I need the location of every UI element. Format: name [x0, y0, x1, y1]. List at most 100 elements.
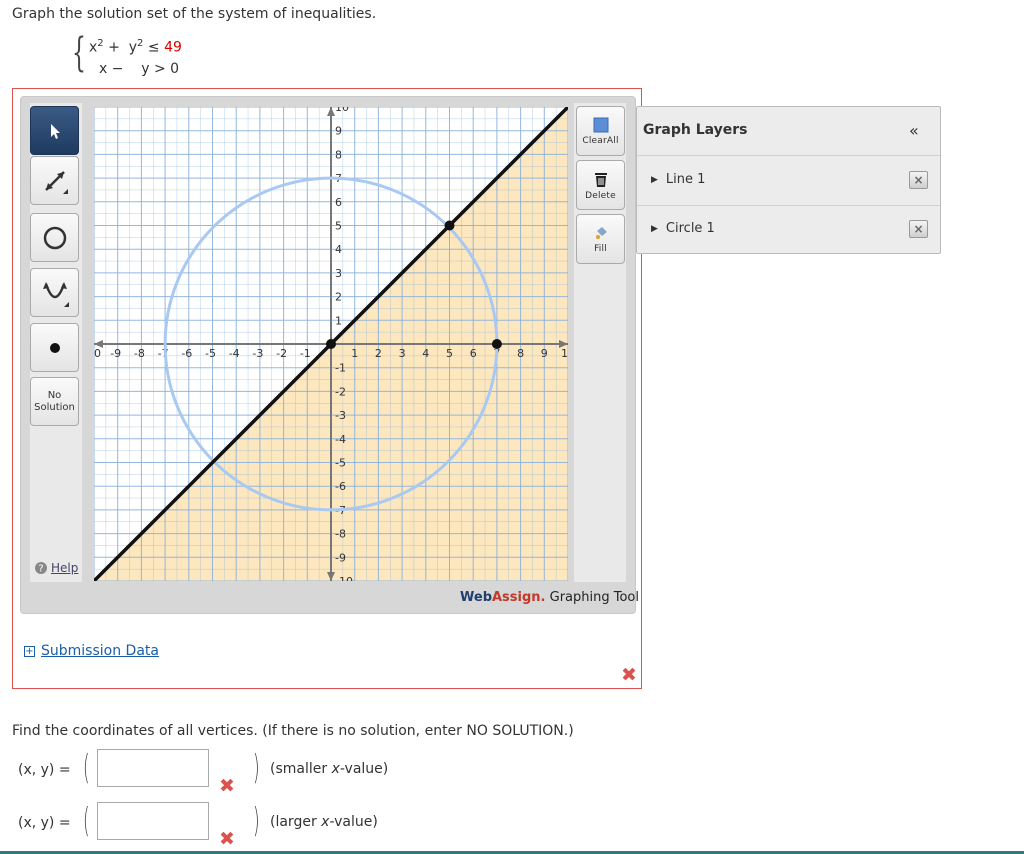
- incorrect-icon: ✖: [219, 775, 235, 797]
- y-tick-label: 5: [335, 220, 342, 233]
- y-tick-label: 6: [335, 196, 342, 209]
- y-tick-label: 4: [335, 243, 342, 256]
- x-tick-label: 8: [517, 347, 524, 360]
- inequality-1: x2 + y2 ≤ 49: [89, 38, 182, 56]
- close-icon: ×: [913, 173, 924, 187]
- webassign-brand: WebAssign. Graphing Tool: [460, 590, 639, 605]
- layer-label: Circle 1: [665, 221, 715, 236]
- ineq1-relation: ≤: [147, 39, 165, 56]
- incorrect-icon: ✖: [219, 828, 235, 850]
- x-tick-label: 1: [351, 347, 358, 360]
- x-tick-label: 4: [422, 347, 429, 360]
- line-tool-button[interactable]: [30, 156, 79, 205]
- layer-label: Line 1: [665, 172, 706, 187]
- answer-1-label: (x, y) =: [18, 762, 71, 778]
- circle-defining-point: [491, 339, 502, 349]
- no-solution-label: No Solution: [34, 389, 75, 413]
- close-icon: ×: [913, 222, 924, 236]
- select-tool-button[interactable]: [30, 106, 79, 155]
- incorrect-icon: ✖: [621, 664, 637, 686]
- x-tick-label: -1: [300, 347, 311, 360]
- parabola-tool-icon: [42, 281, 69, 307]
- graph-canvas[interactable]: -10-9-8-7-6-5-4-3-2-11234567891010987654…: [94, 107, 568, 581]
- line-tool-icon: [44, 170, 68, 194]
- no-solution-button[interactable]: No Solution: [30, 377, 79, 426]
- ineq1-exp-x: 2: [97, 38, 104, 49]
- answer-2-label: (x, y) =: [18, 815, 71, 831]
- help-label: Help: [51, 561, 79, 575]
- y-tick-label: -3: [335, 409, 346, 422]
- y-tick-label: 2: [335, 291, 342, 304]
- fill-button[interactable]: Fill: [576, 214, 625, 264]
- clear-all-icon: [593, 117, 608, 132]
- y-tick-label: 3: [335, 267, 342, 280]
- system-brace: {: [72, 30, 86, 76]
- remove-circle-1-button[interactable]: ×: [909, 220, 928, 238]
- delete-button[interactable]: Delete: [576, 160, 625, 210]
- y-tick-label: -10: [335, 575, 353, 581]
- open-paren: (: [83, 748, 90, 788]
- y-tick-label: 8: [335, 148, 342, 161]
- layer-divider: [637, 155, 940, 156]
- line-defining-point: [444, 220, 455, 231]
- open-paren: (: [83, 801, 90, 841]
- circle-tool-icon: [43, 226, 66, 249]
- y-tick-label: -6: [335, 480, 346, 493]
- svg-text:?: ?: [38, 564, 43, 575]
- help-icon: ?: [35, 562, 47, 575]
- delete-label: Delete: [585, 190, 616, 201]
- y-tick-label: -1: [335, 362, 346, 375]
- x-tick-label: 9: [541, 347, 548, 360]
- submission-data-toggle[interactable]: + Submission Data: [24, 643, 159, 659]
- x-tick-label: 6: [470, 347, 477, 360]
- layer-divider: [637, 205, 940, 206]
- y-tick-label: -2: [335, 385, 346, 398]
- expand-triangle-icon: ▶: [651, 174, 658, 185]
- remove-line-1-button[interactable]: ×: [909, 171, 928, 189]
- y-tick-label: 10: [335, 107, 349, 114]
- answer-2-note: (larger x-value): [270, 814, 378, 830]
- y-tick-label: -4: [335, 433, 346, 446]
- help-link[interactable]: ? Help: [34, 561, 78, 575]
- vertex-2-input[interactable]: [97, 802, 209, 840]
- layer-item-line-1[interactable]: ▶ Line 1: [651, 172, 705, 187]
- x-tick-label: -4: [229, 347, 240, 360]
- vertices-question: Find the coordinates of all vertices. (I…: [12, 723, 574, 739]
- x-tick-label: -9: [110, 347, 121, 360]
- y-tick-label: -9: [335, 551, 346, 564]
- problem-prompt: Graph the solution set of the system of …: [12, 6, 377, 22]
- collapse-layers-button[interactable]: «: [909, 121, 919, 140]
- ineq1-exp-y: 2: [137, 38, 144, 49]
- answer-1-note: (smaller x-value): [270, 761, 389, 777]
- close-paren: ): [253, 748, 260, 788]
- expand-icon: +: [24, 645, 35, 657]
- y-tick-label: -8: [335, 528, 346, 541]
- x-tick-label: -6: [181, 347, 192, 360]
- paint-bucket-icon: [595, 226, 607, 239]
- clear-all-label: ClearAll: [582, 135, 619, 146]
- x-tick-label: -10: [94, 347, 101, 360]
- x-tick-label: 2: [375, 347, 382, 360]
- ineq1-term-y: + y: [108, 39, 138, 56]
- arrow-pointer-icon: [50, 123, 60, 139]
- y-tick-label: -5: [335, 457, 346, 470]
- close-paren: ): [253, 801, 260, 841]
- x-tick-label: 5: [446, 347, 453, 360]
- parabola-tool-button[interactable]: [30, 268, 79, 317]
- expand-triangle-icon: ▶: [651, 223, 658, 234]
- x-tick-label: -8: [134, 347, 145, 360]
- graph-layers-title: Graph Layers: [643, 122, 748, 138]
- submission-data-label: Submission Data: [41, 643, 159, 659]
- clear-all-button[interactable]: ClearAll: [576, 106, 625, 156]
- point-tool-icon: [49, 342, 60, 353]
- vertex-1-input[interactable]: [97, 749, 209, 787]
- y-tick-label: 1: [335, 314, 342, 327]
- x-tick-label: 10: [561, 347, 568, 360]
- point-tool-button[interactable]: [30, 323, 79, 372]
- circle-tool-button[interactable]: [30, 213, 79, 262]
- layer-item-circle-1[interactable]: ▶ Circle 1: [651, 221, 715, 236]
- fill-label: Fill: [594, 243, 607, 254]
- x-tick-label: 3: [399, 347, 406, 360]
- y-tick-label: 9: [335, 125, 342, 138]
- x-tick-label: -5: [205, 347, 216, 360]
